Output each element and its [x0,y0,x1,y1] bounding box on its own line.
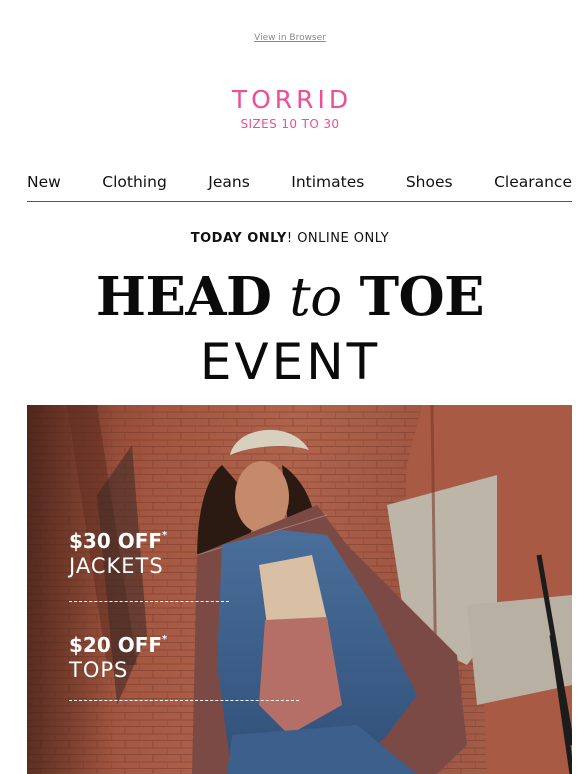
offer-tops-amount-text: $20 OFF [69,633,163,657]
promo-timing: TODAY ONLY! ONLINE ONLY [0,231,580,246]
offer-divider [69,601,229,602]
offer-jackets: $30 OFF* JACKETS [69,529,167,579]
promo-timing-bold: TODAY ONLY [190,231,287,246]
hero-photo [27,405,572,774]
offer-jackets-amount: $30 OFF* [69,529,167,553]
main-nav: New Clothing Jeans Intimates Shoes Clear… [27,166,572,202]
offer-jackets-category: JACKETS [69,554,164,578]
headline-part-toe: TOE [341,266,485,328]
offer-divider [69,700,299,701]
offer-jackets-asterisk: * [162,530,168,541]
offer-tops-amount: $20 OFF* [69,633,167,657]
headline-part-to: to [289,267,342,328]
offer-tops: $20 OFF* TOPS [69,633,167,683]
view-in-browser-link[interactable]: View in Browser [0,33,580,43]
nav-item-shoes[interactable]: Shoes [406,166,453,192]
nav-item-intimates[interactable]: Intimates [291,166,364,192]
nav-item-clearance[interactable]: Clearance [494,166,572,192]
logo-wordmark: TORRID [231,85,353,114]
nav-item-jeans[interactable]: Jeans [208,166,250,192]
headline-part-head: HEAD [95,266,290,328]
nav-item-clothing[interactable]: Clothing [102,166,166,192]
logo-tagline: SIZES 10 TO 30 [240,117,340,131]
nav-item-new[interactable]: New [27,166,61,192]
brand-logo[interactable]: TORRID SIZES 10 TO 30 [0,85,580,132]
promo-subhead: EVENT [199,333,381,391]
promo-headline: HEAD to TOE [0,266,580,329]
promo-timing-rest: ! ONLINE ONLY [286,231,390,246]
offer-jackets-amount-text: $30 OFF [69,529,163,553]
hero-banner[interactable]: $30 OFF* JACKETS $20 OFF* TOPS [27,405,572,774]
offer-tops-category: TOPS [69,658,129,682]
offer-tops-asterisk: * [162,634,168,645]
